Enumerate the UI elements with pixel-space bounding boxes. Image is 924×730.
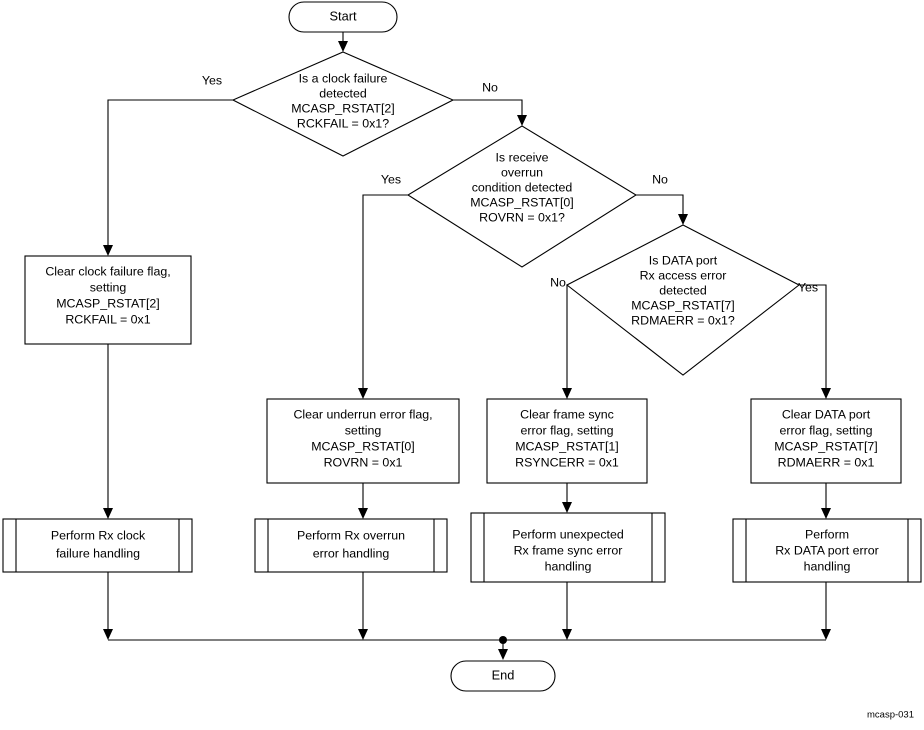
edge-label-overrun-no: No: [652, 172, 668, 186]
arrowhead-clear-framesync-to-handler: [562, 502, 572, 513]
arrowhead-clear-clock-to-handler: [103, 508, 113, 519]
framesync-handling-line-2: Rx frame sync error: [514, 543, 623, 557]
dataport-handling-line-3: handling: [804, 559, 851, 573]
dataport-decision-line-5: RDMAERR = 0x1?: [631, 313, 735, 327]
overrun-decision-line-5: ROVRN = 0x1?: [479, 210, 565, 224]
connector-clock-yes: [107, 99, 233, 248]
overrun-handling-line-2: error handling: [313, 546, 390, 560]
clear-dataport-flag-line-1: Clear DATA port: [782, 407, 871, 421]
arrowhead-clock-no: [517, 115, 527, 126]
node-decision-dataport-error[interactable]: Is DATA port Rx access error detected MC…: [565, 224, 801, 376]
connector-overrun-yes: [362, 194, 408, 391]
start-label: Start: [329, 8, 356, 23]
overrun-handling-line-1: Perform Rx overrun: [297, 528, 405, 542]
edge-label-overrun-yes: Yes: [381, 172, 401, 186]
dataport-decision-line-4: MCASP_RSTAT[7]: [631, 298, 735, 312]
node-process-clear-framesync-flag[interactable]: Clear frame sync error flag, setting MCA…: [486, 398, 648, 484]
clear-dataport-flag-line-3: MCASP_RSTAT[7]: [774, 439, 878, 453]
clear-underrun-flag-line-3: MCASP_RSTAT[0]: [311, 439, 415, 453]
arrowhead-clear-dataport-to-handler: [821, 508, 831, 519]
arrowhead-overrun-handler-to-merge: [358, 629, 368, 640]
node-decision-receive-overrun[interactable]: Is receive overrun condition detected MC…: [406, 125, 638, 268]
connector-group: [103, 32, 831, 660]
node-process-clear-dataport-flag[interactable]: Clear DATA port error flag, setting MCAS…: [750, 398, 902, 484]
clear-framesync-flag-line-4: RSYNCERR = 0x1: [515, 455, 619, 469]
arrowhead-clock-handler-to-merge: [103, 629, 113, 640]
arrowhead-merge-to-end: [498, 649, 508, 660]
arrowhead-clock-yes: [103, 245, 113, 256]
clock-decision-line-4: RCKFAIL = 0x1?: [297, 116, 389, 130]
connector-overrun-no: [636, 194, 684, 217]
flowchart-canvas: Start Is a clock failure detected MCASP_…: [0, 0, 924, 730]
node-subprocess-overrun-handling[interactable]: Perform Rx overrun error handling: [254, 518, 448, 573]
clear-underrun-flag-line-2: setting: [345, 423, 382, 437]
clear-clock-flag-line-2: setting: [90, 280, 127, 294]
node-end[interactable]: End: [450, 660, 556, 692]
dataport-decision-line-2: Rx access error: [640, 268, 727, 282]
framesync-handling-line-1: Perform unexpected: [512, 527, 624, 541]
arrowhead-overrun-no: [678, 214, 688, 225]
clock-decision-line-1: Is a clock failure: [299, 71, 388, 85]
clock-decision-line-3: MCASP_RSTAT[2]: [291, 101, 395, 115]
clear-dataport-flag-line-4: RDMAERR = 0x1: [778, 455, 875, 469]
node-decision-clock-failure[interactable]: Is a clock failure detected MCASP_RSTAT[…: [231, 51, 455, 157]
edge-label-clock-no: No: [482, 80, 498, 94]
clear-underrun-flag-line-4: ROVRN = 0x1: [324, 455, 403, 469]
connector-dataport-yes: [799, 284, 827, 391]
clear-framesync-flag-line-2: error flag, setting: [521, 423, 614, 437]
framesync-handling-line-3: handling: [545, 559, 592, 573]
figure-caption: mcasp-031: [867, 710, 914, 721]
overrun-decision-line-2: overrun: [501, 165, 543, 179]
clear-underrun-flag-line-1: Clear underrun error flag,: [293, 407, 432, 421]
clear-clock-flag-line-4: RCKFAIL = 0x1: [65, 312, 150, 326]
arrowhead-dataport-handler-to-merge: [821, 629, 831, 640]
edge-label-dataport-yes: Yes: [798, 280, 818, 294]
flowchart-svg: Start Is a clock failure detected MCASP_…: [2, 1, 922, 721]
arrowhead-dataport-yes: [821, 388, 831, 399]
clear-clock-flag-line-3: MCASP_RSTAT[2]: [56, 296, 160, 310]
arrowhead-dataport-no: [562, 388, 572, 399]
dataport-handling-line-1: Perform: [805, 527, 849, 541]
node-subprocess-clock-handling[interactable]: Perform Rx clock failure handling: [2, 518, 193, 573]
dataport-decision-line-1: Is DATA port: [649, 253, 718, 267]
clock-handling-line-2: failure handling: [56, 546, 140, 560]
clear-framesync-flag-line-3: MCASP_RSTAT[1]: [515, 439, 619, 453]
edge-label-dataport-no: No: [550, 275, 566, 289]
node-process-clear-underrun-flag[interactable]: Clear underrun error flag, setting MCASP…: [266, 398, 460, 484]
node-subprocess-dataport-handling[interactable]: Perform Rx DATA port error handling: [732, 518, 922, 583]
overrun-decision-line-1: Is receive: [495, 150, 548, 164]
node-start[interactable]: Start: [288, 1, 398, 33]
arrowhead-overrun-yes: [358, 388, 368, 399]
edge-label-clock-yes: Yes: [202, 73, 222, 87]
arrowhead-start-to-clock-decision: [338, 41, 348, 52]
node-subprocess-framesync-handling[interactable]: Perform unexpected Rx frame sync error h…: [470, 512, 666, 583]
clear-framesync-flag-line-1: Clear frame sync: [520, 407, 614, 421]
overrun-decision-line-3: condition detected: [472, 180, 573, 194]
dataport-decision-line-3: detected: [659, 283, 707, 297]
clear-dataport-flag-line-2: error flag, setting: [780, 423, 873, 437]
clock-handling-line-1: Perform Rx clock: [51, 528, 146, 542]
dataport-handling-line-2: Rx DATA port error: [775, 543, 879, 557]
connector-clock-no: [453, 99, 523, 118]
clear-clock-flag-line-1: Clear clock failure flag,: [45, 264, 170, 278]
arrowhead-framesync-handler-to-merge: [562, 629, 572, 640]
end-label: End: [492, 667, 515, 682]
node-process-clear-clock-flag[interactable]: Clear clock failure flag, setting MCASP_…: [24, 255, 192, 345]
arrowhead-clear-underrun-to-handler: [358, 508, 368, 519]
overrun-decision-line-4: MCASP_RSTAT[0]: [470, 195, 574, 209]
clock-decision-line-2: detected: [319, 86, 367, 100]
